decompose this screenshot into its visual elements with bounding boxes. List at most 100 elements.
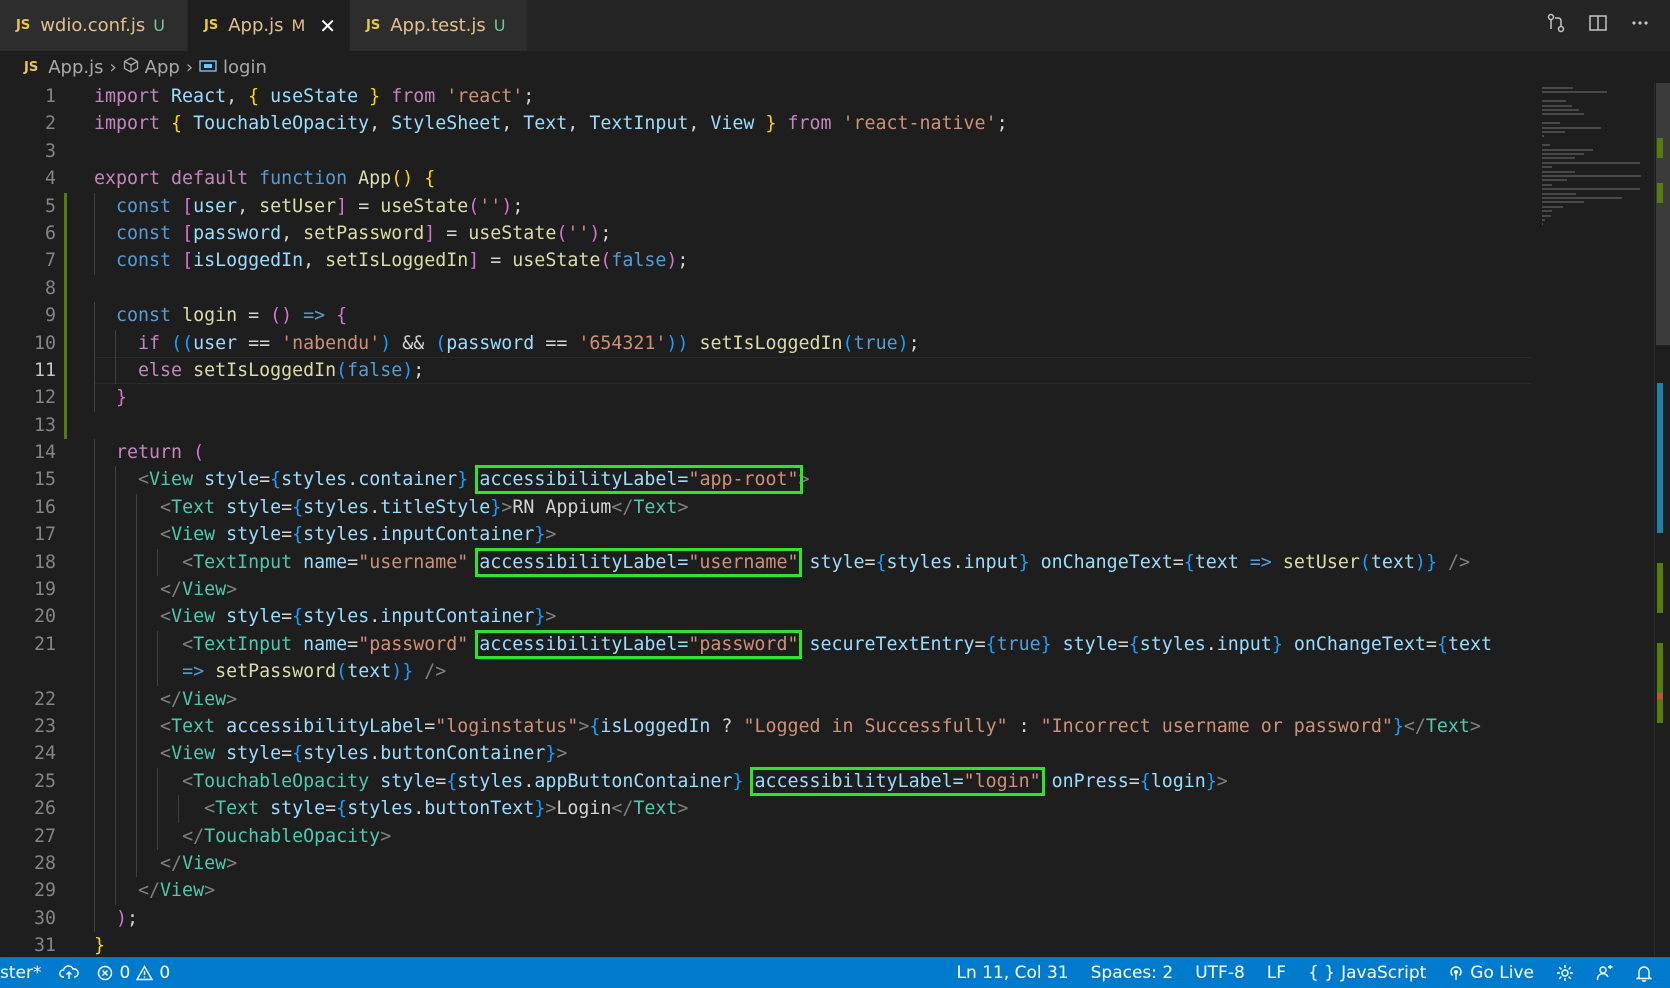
code-text: </View> <box>160 688 238 710</box>
code-line[interactable]: 15 <View style={styles.container} access… <box>0 465 1530 495</box>
modified-line-marker <box>64 384 67 412</box>
breadcrumb-symbol[interactable]: login <box>223 57 267 78</box>
code-editor[interactable]: 1 import React, { useState } from 'react'… <box>0 83 1530 957</box>
code-line[interactable]: 31} <box>0 932 1530 957</box>
code-line[interactable]: 20 <View style={styles.inputContainer}> <box>0 603 1530 631</box>
split-editor-icon[interactable] <box>1588 13 1608 38</box>
source-control-icon[interactable] <box>1546 13 1566 38</box>
code-line[interactable]: 22 </View> <box>0 685 1530 713</box>
code-line[interactable]: 28 </View> <box>0 849 1530 878</box>
code-line[interactable]: 1 import React, { useState } from 'react'… <box>0 83 1530 110</box>
code-line[interactable]: 27 </TouchableOpacity> <box>0 822 1530 850</box>
line-number: 9 <box>44 305 56 327</box>
code-line[interactable]: 29 </View> <box>0 877 1530 905</box>
tab-label: App.js <box>228 15 284 36</box>
notifications-bell-icon[interactable] <box>1636 964 1652 982</box>
code-text: const login = () => { <box>116 305 348 327</box>
code-line[interactable]: 25 <TouchableOpacity style={styles.appBu… <box>0 766 1530 796</box>
code-text: </TouchableOpacity> <box>182 825 392 847</box>
code-line[interactable]: 7 const [isLoggedIn, setIsLoggedIn] = us… <box>0 247 1530 275</box>
code-line[interactable]: 30 ); <box>0 904 1530 933</box>
tab-git-badge: M <box>291 16 306 35</box>
language-mode[interactable]: { } JavaScript <box>1308 963 1426 983</box>
chevron-right-icon: › <box>185 56 194 78</box>
code-text: import React, { useState } from 'react'; <box>94 86 535 107</box>
modified-line-marker <box>64 192 67 220</box>
braces-icon: { } <box>1308 962 1336 983</box>
code-text: const [isLoggedIn, setIsLoggedIn] = useS… <box>116 250 689 272</box>
file-encoding[interactable]: UTF-8 <box>1195 963 1245 983</box>
close-icon[interactable]: ✕ <box>319 14 336 38</box>
tab-git-badge: U <box>153 16 165 35</box>
minimap[interactable] <box>1534 83 1654 243</box>
code-line[interactable]: 2 import { TouchableOpacity, StyleSheet, … <box>0 110 1530 137</box>
minimap-line <box>1542 157 1575 160</box>
chevron-right-icon: › <box>109 56 117 78</box>
git-branch[interactable]: ster* <box>0 963 41 983</box>
breadcrumb-file[interactable]: App.js <box>48 57 103 78</box>
scroll-change-marker <box>1657 183 1663 203</box>
code-line[interactable]: 4 export default function App() { <box>0 165 1530 192</box>
minimap-line <box>1542 166 1553 169</box>
tab-git-badge: U <box>493 16 506 35</box>
code-text: } <box>116 387 128 409</box>
component-cube-icon <box>123 56 139 78</box>
code-line[interactable]: 5 const [user, setUser] = useState(''); <box>0 192 1530 220</box>
minimap-line <box>1542 135 1545 138</box>
sync-icon[interactable] <box>59 964 80 981</box>
code-text: const [password, setPassword] = useState… <box>116 222 612 244</box>
code-line[interactable]: 11 else setIsLoggedIn(false); <box>0 356 1530 385</box>
code-line[interactable]: 21 <TextInput name="password" accessibil… <box>0 629 1530 659</box>
highlighted-accessibility-label: accessibilityLabel="username" <box>475 547 803 577</box>
javascript-file-icon: JS <box>16 18 31 33</box>
code-line[interactable]: 16 <Text style={styles.titleStyle}>RN Ap… <box>0 493 1530 522</box>
tab-wdio-conf[interactable]: JS wdio.conf.js U <box>0 0 188 51</box>
code-line[interactable]: 9 const login = () => { <box>0 302 1530 330</box>
code-line[interactable]: 19 </View> <box>0 576 1530 604</box>
end-of-line[interactable]: LF <box>1267 963 1286 983</box>
modified-line-marker <box>64 219 67 248</box>
line-number: 29 <box>33 880 56 902</box>
code-line[interactable]: 6 const [password, setPassword] = useSta… <box>0 219 1530 248</box>
indentation[interactable]: Spaces: 2 <box>1091 963 1174 983</box>
breadcrumb-component[interactable]: App <box>145 57 180 78</box>
code-line[interactable]: 12 } <box>0 384 1530 412</box>
code-text: <Text accessibilityLabel="loginstatus">{… <box>160 715 1481 737</box>
minimap-line <box>1542 161 1640 164</box>
code-line[interactable]: 3 <box>0 138 1530 165</box>
code-line[interactable]: 23 <Text accessibilityLabel="loginstatus… <box>0 712 1530 741</box>
code-line[interactable]: 26 <Text style={styles.buttonText}>Login… <box>0 795 1530 823</box>
line-number: 26 <box>33 798 56 820</box>
scrollbar-thumb[interactable] <box>1656 83 1670 345</box>
code-line[interactable]: 13 <box>0 411 1530 440</box>
code-line[interactable]: 17 <View style={styles.inputContainer}> <box>0 521 1530 549</box>
line-number: 16 <box>33 496 56 518</box>
code-line[interactable]: 14 return ( <box>0 439 1530 467</box>
code-line[interactable]: 8 <box>0 274 1530 303</box>
problems-indicator[interactable]: 0 0 <box>97 963 170 983</box>
line-number: 31 <box>33 935 56 957</box>
go-live-button[interactable]: Go Live <box>1448 963 1534 983</box>
breadcrumb: JS App.js › App › login <box>0 51 1670 83</box>
tab-app-test-js[interactable]: JS App.test.js U <box>350 0 528 51</box>
code-line[interactable]: 24 <View style={styles.buttonContainer}> <box>0 740 1530 768</box>
tab-app-js[interactable]: JS App.js M ✕ <box>188 0 350 51</box>
feedback-icon[interactable] <box>1596 964 1614 982</box>
line-number: 28 <box>33 852 56 874</box>
line-number: 12 <box>33 387 56 409</box>
code-text: <View style={styles.container} accessibi… <box>138 465 810 495</box>
line-number: 25 <box>33 770 56 792</box>
code-line[interactable]: 10 if ((user == 'nabendu') && (password … <box>0 329 1530 357</box>
line-number: 23 <box>33 715 56 737</box>
code-line[interactable]: 18 <TextInput name="username" accessibil… <box>0 547 1530 577</box>
code-text: <TextInput name="username" accessibility… <box>182 547 1470 577</box>
more-actions-icon[interactable] <box>1630 13 1650 38</box>
line-number: 8 <box>44 277 56 299</box>
settings-sync-icon[interactable] <box>1556 964 1574 982</box>
line-number: 11 <box>33 359 56 381</box>
line-number: 21 <box>33 633 56 655</box>
vertical-scrollbar[interactable] <box>1654 83 1670 957</box>
code-line[interactable]: => setPassword(text)} /> <box>0 658 1530 686</box>
cursor-position[interactable]: Ln 11, Col 31 <box>956 963 1068 983</box>
minimap-line <box>1542 179 1567 182</box>
